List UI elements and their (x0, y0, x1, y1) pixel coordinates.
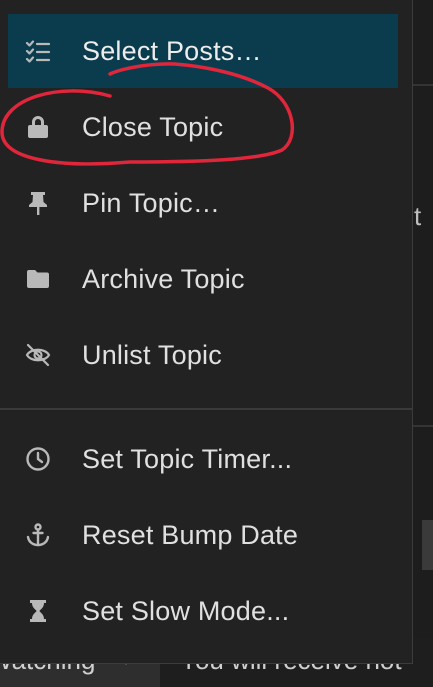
menu-item-unlist-topic[interactable]: Unlist Topic (0, 319, 400, 391)
menu-item-label: Pin Topic… (82, 187, 221, 218)
clock-icon (24, 445, 52, 473)
menu-item-select-posts[interactable]: Select Posts… (8, 14, 398, 88)
thumbtack-icon (24, 189, 52, 217)
background-panel (413, 0, 433, 687)
menu-item-label: Close Topic (82, 111, 224, 142)
background-text-fragment: t (414, 201, 422, 231)
anchor-icon (24, 521, 52, 549)
eye-slash-icon (24, 341, 52, 369)
menu-item-archive-topic[interactable]: Archive Topic (0, 243, 400, 315)
menu-item-label: Reset Bump Date (82, 519, 299, 550)
menu-item-label: Unlist Topic (82, 339, 222, 370)
menu-item-close-topic[interactable]: Close Topic (0, 91, 400, 163)
lock-icon (24, 113, 52, 141)
menu-item-set-topic-timer[interactable]: Set Topic Timer... (0, 423, 400, 495)
menu-item-label: Archive Topic (82, 263, 245, 294)
hourglass-icon (24, 597, 52, 625)
menu-item-label: Select Posts… (82, 35, 262, 66)
topic-admin-menu: Select Posts… Close Topic Pin Topic… Arc… (0, 0, 413, 664)
menu-item-set-slow-mode[interactable]: Set Slow Mode... (0, 575, 400, 647)
background-divider (413, 425, 433, 427)
background-block (422, 520, 433, 570)
menu-item-reset-bump-date[interactable]: Reset Bump Date (0, 499, 400, 571)
folder-icon (24, 265, 52, 293)
menu-item-label: Set Slow Mode... (82, 595, 290, 626)
menu-divider (0, 408, 412, 410)
menu-item-label: Set Topic Timer... (82, 443, 293, 474)
checklist-icon (24, 37, 52, 65)
menu-item-pin-topic[interactable]: Pin Topic… (0, 167, 400, 239)
background-divider (413, 84, 433, 86)
